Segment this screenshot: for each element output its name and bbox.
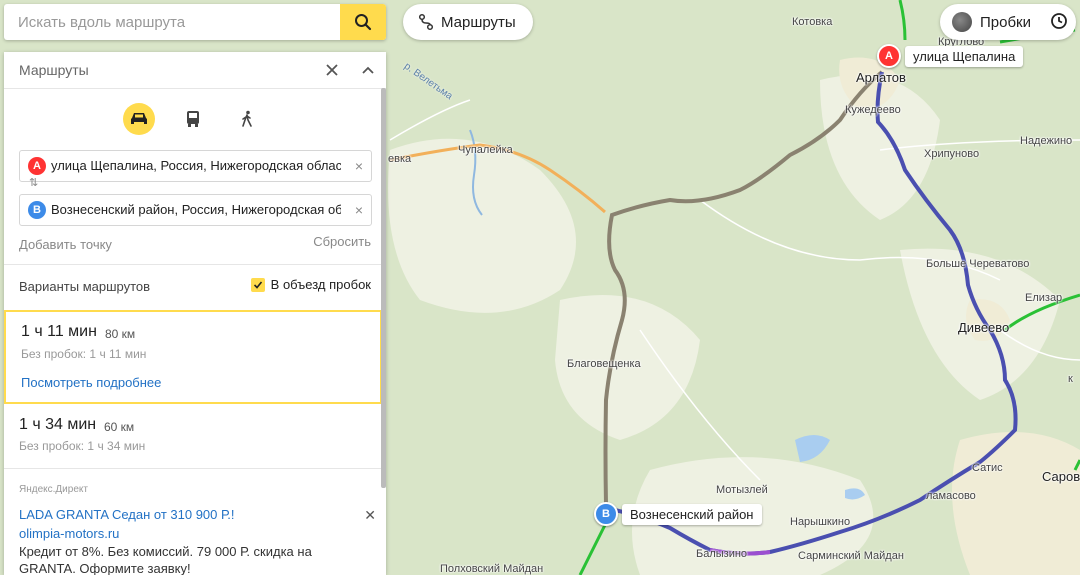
point-a-pin: A <box>28 157 46 175</box>
place-label: Арлатов <box>856 70 906 85</box>
place-label: Дивеево <box>958 320 1010 335</box>
place-label: Больше Череватово <box>926 258 1030 270</box>
car-mode-button[interactable] <box>123 103 155 135</box>
place-label: к <box>1068 373 1073 385</box>
marker-a[interactable]: A улица Щепалина <box>877 44 1024 68</box>
bus-icon <box>187 111 199 127</box>
ad-close-icon[interactable]: ✕ <box>364 507 376 524</box>
place-label: ламасово <box>926 490 976 502</box>
place-label: Хрипуново <box>924 148 980 160</box>
place-label: Елизар <box>1025 292 1063 304</box>
chevron-up-icon[interactable] <box>360 62 376 78</box>
divider <box>4 264 386 265</box>
search-button[interactable] <box>340 4 386 40</box>
avoid-traffic-label: В объезд пробок <box>270 277 371 292</box>
point-a-field[interactable]: A улица Щепалина, Россия, Нижегородская … <box>19 150 372 182</box>
panel-header: Маршруты <box>4 52 386 89</box>
place-label: Мотызлей <box>716 484 768 496</box>
route-details-link[interactable]: Посмотреть подробнее <box>21 375 161 390</box>
reset-button[interactable]: Сбросить <box>313 234 371 249</box>
ad-title-link[interactable]: LADA GRANTA Седан от 310 900 Р.! <box>19 507 234 522</box>
route-time: 1 ч 34 мин <box>19 416 97 433</box>
point-b-pin: B <box>28 201 46 219</box>
route-icon <box>417 13 435 31</box>
place-label: Полховский Майдан <box>440 563 544 575</box>
transit-mode-button[interactable] <box>177 103 209 135</box>
route-options-label: Варианты маршрутов <box>19 279 151 294</box>
traffic-button-label: Пробки <box>980 13 1031 31</box>
car-icon <box>131 113 147 124</box>
marker-a-label: улица Щепалина <box>905 45 1024 67</box>
clear-point-b-button[interactable]: × <box>355 202 363 218</box>
search-icon <box>355 14 372 31</box>
place-label: Нарышкино <box>790 516 851 528</box>
place-label: Кужедеево <box>845 104 901 116</box>
traffic-button[interactable]: Пробки <box>940 4 1076 40</box>
clock-icon[interactable] <box>1050 12 1068 30</box>
marker-b[interactable]: B Вознесенский район <box>594 502 762 526</box>
marker-b-pin: B <box>594 502 618 526</box>
add-point-button[interactable]: Добавить точку <box>19 237 112 252</box>
point-a-value: улица Щепалина, Россия, Нижегородская об… <box>51 158 341 173</box>
route-option-1[interactable]: 1 ч 11 мин 80 км Без пробок: 1 ч 11 мин … <box>4 310 382 404</box>
place-label: Сарминский Майдан <box>798 550 904 562</box>
routes-button[interactable]: Маршруты <box>403 4 533 40</box>
place-label: Надежино <box>1020 135 1073 147</box>
ad-text: Кредит от 8%. Без комиссий. 79 000 Р. ск… <box>19 544 312 575</box>
swap-points-icon[interactable]: ⇅ <box>29 176 38 189</box>
point-b-value: Вознесенский район, Россия, Нижегородска… <box>51 202 341 217</box>
route-distance: 60 км <box>104 420 135 434</box>
place-label: Балызино <box>696 548 748 560</box>
marker-a-pin: A <box>877 44 901 68</box>
place-label: Чупалейка <box>458 144 513 156</box>
routes-panel: Маршруты A улица Щепалина, Россия, Нижег… <box>4 52 386 575</box>
ad-label: Яндекс.Директ <box>19 484 88 495</box>
search-input[interactable] <box>16 13 330 32</box>
route-time: 1 ч 11 мин <box>21 323 97 340</box>
route-option-2[interactable]: 1 ч 34 мин 60 км Без пробок: 1 ч 34 мин <box>4 404 382 466</box>
place-label: Саров <box>1042 469 1080 484</box>
route-no-traffic: Без пробок: 1 ч 34 мин <box>19 439 146 453</box>
traffic-light-icon <box>952 12 972 32</box>
routes-button-label: Маршруты <box>441 13 516 31</box>
walk-icon <box>242 110 252 127</box>
walk-mode-button[interactable] <box>231 103 263 135</box>
divider <box>4 468 386 469</box>
place-label: Благовещенка <box>567 358 641 370</box>
point-b-field[interactable]: B Вознесенский район, Россия, Нижегородс… <box>19 194 372 226</box>
place-label: Сатис <box>972 462 1003 474</box>
checkbox-checked-icon <box>250 277 265 292</box>
close-icon[interactable] <box>324 62 340 78</box>
scrollbar[interactable] <box>381 88 386 488</box>
marker-b-label: Вознесенский район <box>622 503 762 525</box>
route-no-traffic: Без пробок: 1 ч 11 мин <box>21 347 147 361</box>
place-label: евка <box>388 153 412 165</box>
clear-point-a-button[interactable]: × <box>355 158 363 174</box>
ad-domain-link[interactable]: olimpia-motors.ru <box>19 526 119 541</box>
place-label: Котовка <box>792 16 833 28</box>
transport-modes <box>4 103 386 135</box>
avoid-traffic-checkbox[interactable]: В объезд пробок <box>250 277 371 292</box>
route-distance: 80 км <box>105 327 136 341</box>
search-bar <box>4 4 386 40</box>
panel-title: Маршруты <box>19 62 89 78</box>
